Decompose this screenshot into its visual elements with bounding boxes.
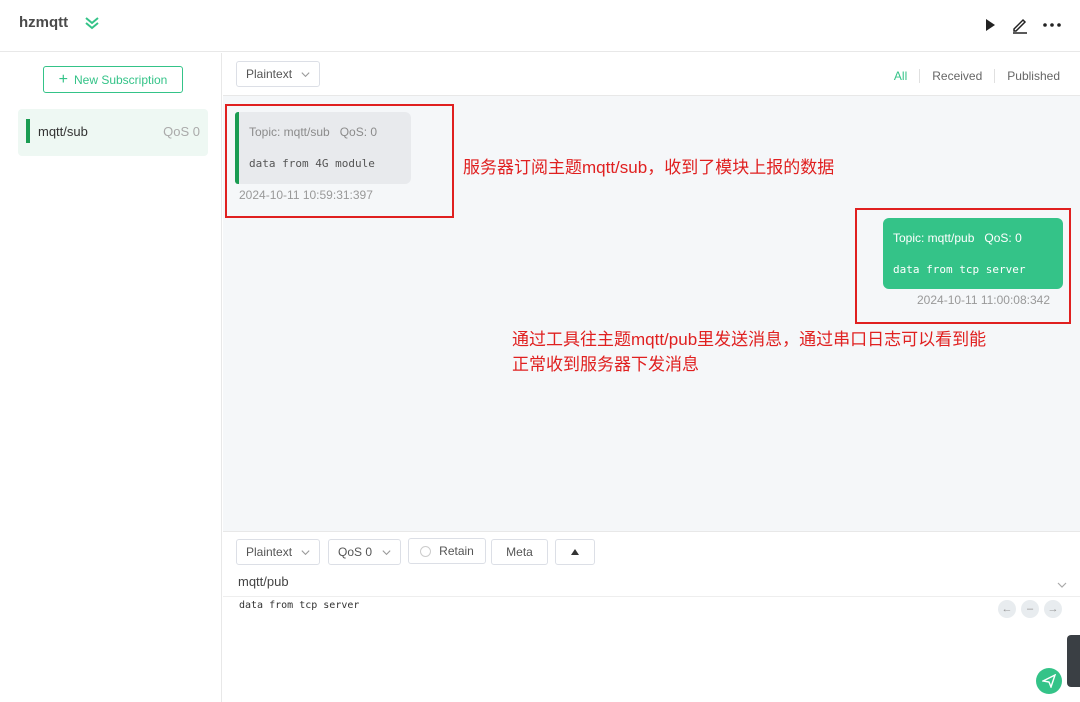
message-panel: Plaintext All Received Published Topic: …	[223, 53, 1080, 702]
chevron-down-icon	[382, 550, 391, 556]
edit-icon[interactable]	[1010, 15, 1030, 35]
composer-format-value: Plaintext	[246, 545, 293, 559]
new-subscription-button[interactable]: + New Subscription	[43, 66, 183, 93]
retain-radio-icon	[420, 545, 432, 557]
expand-button[interactable]	[555, 539, 595, 565]
retain-label: Retain	[439, 544, 474, 558]
subscription-qos: QoS 0	[163, 124, 200, 139]
plus-icon: +	[58, 70, 68, 88]
topic-input[interactable]: mqtt/pub	[238, 574, 289, 589]
history-forward-icon[interactable]: →	[1044, 600, 1062, 618]
chevron-down-icon	[301, 550, 310, 556]
chevron-double-down-icon[interactable]	[83, 14, 101, 32]
more-icon[interactable]	[1042, 15, 1062, 35]
annotation-box-published	[855, 208, 1071, 324]
composer-format-select[interactable]: Plaintext	[236, 539, 320, 565]
mqttx-window: hzmqtt + New Subscription mqtt/sub QoS 0	[0, 0, 1080, 702]
scroll-handle[interactable]	[1067, 635, 1080, 687]
connection-name: hzmqtt	[19, 14, 69, 31]
meta-label: Meta	[506, 545, 533, 559]
composer-qos-value: QoS 0	[338, 545, 373, 559]
composer-qos-select[interactable]: QoS 0	[328, 539, 401, 565]
message-composer: Plaintext QoS 0 Retain Meta mqtt/pub dat…	[223, 531, 1080, 702]
filter-published[interactable]: Published	[994, 69, 1072, 83]
message-toolbar: Plaintext All Received Published	[223, 53, 1080, 96]
message-filter-tabs: All Received Published	[882, 69, 1072, 83]
annotation-text-published-line1: 通过工具往主题mqtt/pub里发送消息，通过串口日志可以看到能	[512, 330, 987, 349]
history-back-icon[interactable]: ←	[998, 600, 1016, 618]
subscription-color-bar	[26, 119, 30, 143]
connection-header: hzmqtt	[0, 0, 1080, 52]
send-icon	[1042, 674, 1056, 688]
chevron-down-icon[interactable]	[1056, 579, 1068, 591]
subscription-item[interactable]: mqtt/sub QoS 0	[18, 109, 208, 156]
payload-divider	[223, 596, 1080, 597]
subscription-topic: mqtt/sub	[38, 124, 88, 139]
filter-all[interactable]: All	[882, 69, 919, 83]
chevron-down-icon	[301, 72, 310, 78]
new-subscription-label: New Subscription	[73, 72, 168, 87]
history-clear-icon[interactable]: –	[1021, 600, 1039, 618]
subscriptions-sidebar: + New Subscription mqtt/sub QoS 0	[0, 53, 222, 702]
retain-toggle[interactable]: Retain	[408, 538, 486, 564]
caret-up-icon	[571, 549, 579, 555]
send-button[interactable]	[1036, 668, 1062, 694]
payload-format-select[interactable]: Plaintext	[236, 61, 320, 87]
filter-received[interactable]: Received	[919, 69, 994, 83]
meta-button[interactable]: Meta	[491, 539, 548, 565]
annotation-text-published-line2: 正常收到服务器下发消息	[512, 355, 699, 374]
play-icon[interactable]	[980, 15, 1000, 35]
annotation-box-received	[225, 104, 454, 218]
annotation-text-received: 服务器订阅主题mqtt/sub，收到了模块上报的数据	[463, 158, 835, 177]
payload-editor[interactable]: data from tcp server	[239, 600, 359, 611]
payload-format-value: Plaintext	[246, 67, 293, 81]
